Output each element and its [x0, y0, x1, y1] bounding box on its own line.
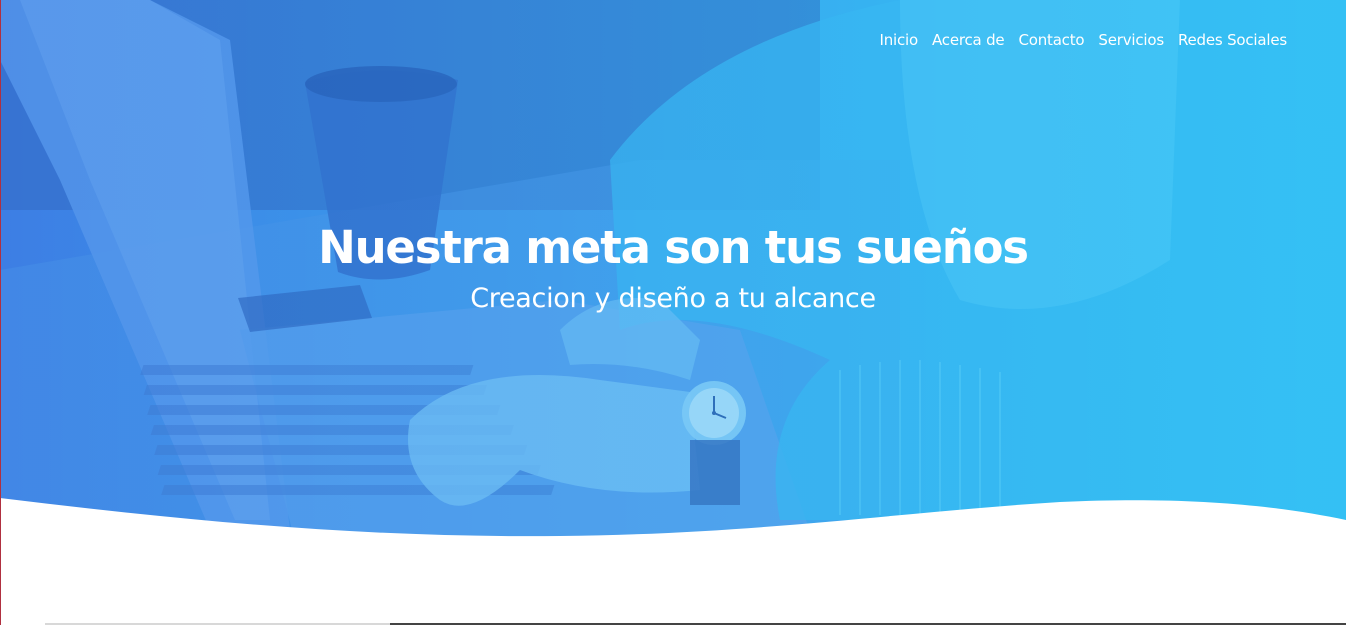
- wave-divider: [0, 498, 1346, 625]
- window-edge: [0, 0, 1, 625]
- hero-subtitle: Creacion y diseño a tu alcance: [470, 283, 876, 314]
- nav-link-servicios[interactable]: Servicios: [1098, 31, 1164, 49]
- hero-text-block: Nuestra meta son tus sueños Creacion y d…: [0, 217, 1346, 319]
- main-navigation: Inicio Acerca de Contacto Servicios Rede…: [879, 31, 1287, 49]
- nav-link-inicio[interactable]: Inicio: [879, 31, 918, 49]
- nav-link-acerca-de[interactable]: Acerca de: [932, 31, 1005, 49]
- hero-title: Nuestra meta son tus sueños: [318, 221, 1029, 274]
- nav-link-redes-sociales[interactable]: Redes Sociales: [1178, 31, 1287, 49]
- landing-page: Inicio Acerca de Contacto Servicios Rede…: [0, 0, 1346, 625]
- nav-link-contacto[interactable]: Contacto: [1018, 31, 1084, 49]
